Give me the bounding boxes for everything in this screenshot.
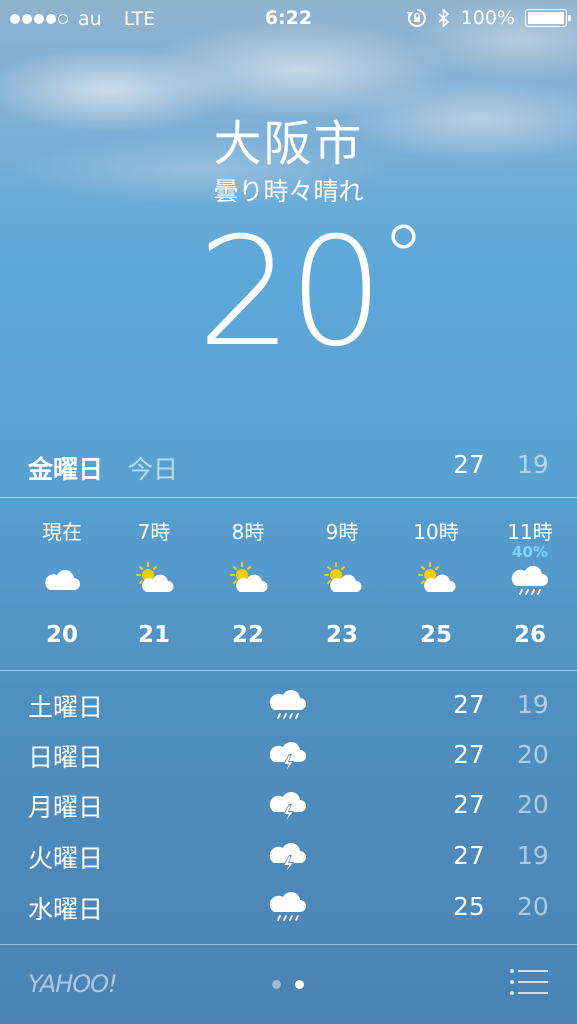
current-temperature: 20 °: [0, 214, 577, 369]
hour-time: 7時: [137, 520, 171, 544]
hour-temperature: 23: [325, 622, 358, 648]
city-name: 大阪市: [213, 116, 364, 172]
partly-sunny-icon: [136, 562, 174, 592]
today-label: 今日: [128, 455, 179, 484]
page-indicator[interactable]: [272, 980, 304, 989]
thunderstorm-icon: [269, 843, 306, 874]
today-day-name: 金曜日: [28, 455, 104, 484]
rain-icon: [511, 566, 548, 595]
cloud-icon: [45, 570, 80, 590]
divider: [0, 497, 577, 498]
daily-row: 月曜日 27 20: [0, 780, 577, 828]
daily-low: 19: [517, 841, 549, 870]
daily-row: 水曜日 25 20: [0, 882, 577, 930]
hourly-forecast[interactable]: 現在 20 7時 21 8時 22 9時 23 10時 25 11時 40% 2…: [0, 500, 577, 670]
daily-day-name: 日曜日: [28, 743, 104, 772]
hour-time: 11時: [507, 520, 553, 544]
yahoo-logo[interactable]: YAHOO!: [28, 970, 118, 998]
divider: [0, 670, 577, 671]
today-high: 27: [453, 450, 485, 479]
daily-high: 25: [453, 892, 485, 921]
hour-time: 10時: [413, 520, 459, 544]
divider: [0, 944, 577, 945]
precip-chance: 40%: [512, 543, 548, 561]
thunderstorm-icon: [269, 792, 306, 823]
hour-temperature: 22: [231, 622, 264, 648]
degree-symbol: °: [380, 206, 426, 311]
hour-temperature: 25: [419, 622, 452, 648]
daily-day-name: 水曜日: [28, 895, 104, 924]
hour-temperature: 26: [513, 622, 546, 648]
hour-temperature: 20: [45, 622, 78, 648]
weather-condition: 曇り時々晴れ: [213, 177, 364, 206]
partly-sunny-icon: [324, 562, 362, 592]
battery-icon: [525, 9, 571, 27]
status-bar: au LTE 6:22 100%: [0, 0, 577, 38]
daily-high: 27: [453, 790, 485, 819]
temperature-value: 20: [197, 206, 384, 380]
hour-time: 9時: [325, 520, 359, 544]
battery-percent: 100%: [460, 7, 515, 29]
daily-row: 火曜日 27 19: [0, 831, 577, 879]
hour-temperature: 21: [137, 622, 170, 648]
partly-sunny-icon: [418, 562, 456, 592]
thunderstorm-icon: [269, 742, 306, 773]
today-low: 19: [517, 450, 549, 479]
daily-high: 27: [453, 740, 485, 769]
list-icon[interactable]: [509, 968, 549, 996]
daily-day-name: 土曜日: [28, 693, 104, 722]
rain-icon: [269, 892, 306, 921]
daily-low: 20: [517, 740, 549, 769]
daily-low: 19: [517, 690, 549, 719]
rain-icon: [269, 690, 306, 719]
daily-high: 27: [453, 690, 485, 719]
daily-day-name: 火曜日: [28, 844, 104, 873]
today-summary-row: 金曜日 今日 27 19: [0, 446, 577, 486]
daily-high: 27: [453, 841, 485, 870]
bluetooth-icon: [438, 8, 449, 28]
page-dot-active[interactable]: [295, 980, 304, 989]
daily-low: 20: [517, 892, 549, 921]
rotation-lock-icon: [406, 9, 426, 27]
page-dot[interactable]: [272, 980, 281, 989]
hour-time: 現在: [42, 520, 82, 544]
daily-low: 20: [517, 790, 549, 819]
partly-sunny-icon: [230, 562, 268, 592]
hour-time: 8時: [231, 520, 265, 544]
daily-day-name: 月曜日: [28, 793, 104, 822]
status-right: 100%: [406, 7, 571, 29]
footer-toolbar: YAHOO!: [0, 946, 577, 1024]
daily-row: 日曜日 27 20: [0, 730, 577, 778]
daily-row: 土曜日 27 19: [0, 680, 577, 728]
